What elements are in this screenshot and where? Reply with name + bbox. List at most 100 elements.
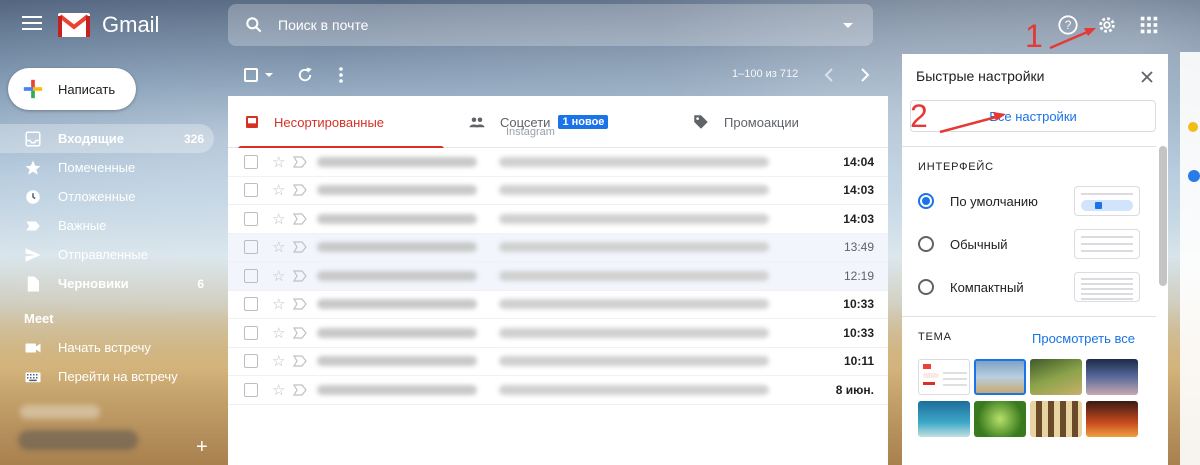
- search-icon[interactable]: [244, 15, 264, 35]
- apps-icon[interactable]: [1138, 14, 1160, 36]
- keep-icon[interactable]: [1188, 122, 1198, 132]
- star-icon[interactable]: ☆: [272, 352, 285, 370]
- star-icon[interactable]: ☆: [272, 238, 285, 256]
- density-comfortable-radio[interactable]: [918, 236, 934, 252]
- important-marker-icon[interactable]: [293, 270, 308, 282]
- row-checkbox[interactable]: [244, 382, 258, 397]
- search-input[interactable]: [278, 17, 843, 33]
- sidebar-item-starred[interactable]: Помеченные: [0, 153, 214, 182]
- theme-chess[interactable]: [1030, 401, 1082, 437]
- tab-primary[interactable]: Несортированные: [228, 96, 444, 149]
- density-default-preview[interactable]: [1074, 186, 1140, 216]
- important-marker-icon[interactable]: [293, 156, 308, 168]
- row-checkbox[interactable]: [244, 211, 258, 226]
- sidebar-item-sent[interactable]: Отправленные: [0, 240, 214, 269]
- email-time: 12:19: [843, 268, 874, 283]
- star-icon[interactable]: ☆: [272, 267, 285, 285]
- star-icon[interactable]: ☆: [272, 153, 285, 171]
- quick-settings-scrollbar[interactable]: [1159, 146, 1167, 286]
- sidebar-item-important[interactable]: Важные: [0, 211, 214, 240]
- theme-lake[interactable]: [918, 401, 970, 437]
- clock-icon: [26, 189, 40, 204]
- search-bar[interactable]: [228, 4, 873, 46]
- density-default-radio[interactable]: [918, 193, 934, 209]
- chevron-left-icon[interactable]: [822, 66, 836, 84]
- side-panel-strip: [1180, 52, 1200, 465]
- important-marker-icon[interactable]: [293, 327, 308, 339]
- search-options-icon[interactable]: [843, 22, 853, 28]
- important-marker-icon[interactable]: [293, 213, 308, 225]
- refresh-icon[interactable]: [296, 66, 314, 84]
- hangouts-avatar-blurred: [18, 430, 138, 450]
- sidebar-item-drafts[interactable]: Черновики 6: [0, 269, 214, 298]
- theme-beach[interactable]: [974, 359, 1026, 395]
- density-compact-radio[interactable]: [918, 279, 934, 295]
- theme-leaf[interactable]: [974, 401, 1026, 437]
- hangouts-user-blurred: [20, 405, 100, 419]
- important-marker-icon[interactable]: [293, 184, 308, 196]
- view-all-themes-link[interactable]: Просмотреть все: [1032, 331, 1135, 346]
- email-row[interactable]: ☆ 10:33: [228, 319, 888, 348]
- sender-blurred: [317, 299, 478, 310]
- row-checkbox[interactable]: [244, 297, 258, 312]
- sidebar-item-label: Важные: [58, 218, 107, 233]
- theme-canyon[interactable]: [1086, 401, 1138, 437]
- email-row[interactable]: ☆ 12:19: [228, 262, 888, 291]
- email-row[interactable]: ☆ 14:03: [228, 176, 888, 205]
- sidebar-item-label: Входящие: [58, 131, 124, 146]
- select-options-icon[interactable]: [265, 73, 273, 77]
- important-marker-icon[interactable]: [293, 241, 308, 253]
- keyboard-icon: [25, 372, 41, 382]
- row-checkbox[interactable]: [244, 154, 258, 169]
- subject-blurred: [499, 213, 770, 224]
- row-checkbox[interactable]: [244, 325, 258, 340]
- interface-section-title: ИНТЕРФЕЙС: [918, 161, 994, 173]
- meet-new-meeting[interactable]: Начать встречу: [0, 333, 214, 362]
- theme-storm[interactable]: [1086, 359, 1138, 395]
- important-marker-icon[interactable]: [293, 298, 308, 310]
- star-icon[interactable]: ☆: [272, 324, 285, 342]
- star-icon[interactable]: ☆: [272, 381, 285, 399]
- tab-social[interactable]: Соцсети 1 новое Instagram: [444, 96, 666, 148]
- email-row[interactable]: ☆ 14:03: [228, 205, 888, 234]
- chevron-right-icon[interactable]: [858, 66, 872, 84]
- sidebar-item-inbox[interactable]: Входящие 326: [0, 124, 214, 153]
- star-icon[interactable]: ☆: [272, 210, 285, 228]
- star-icon[interactable]: ☆: [272, 295, 285, 313]
- add-contact-icon[interactable]: +: [196, 436, 208, 459]
- row-checkbox[interactable]: [244, 268, 258, 283]
- star-icon[interactable]: ☆: [272, 181, 285, 199]
- email-row[interactable]: ☆ 8 июн.: [228, 376, 888, 405]
- close-icon[interactable]: [1140, 70, 1154, 84]
- tasks-icon[interactable]: [1188, 170, 1200, 182]
- row-checkbox[interactable]: [244, 183, 258, 198]
- email-row[interactable]: ☆ 10:33: [228, 290, 888, 319]
- sender-blurred: [317, 242, 478, 253]
- density-compact-preview[interactable]: [1074, 272, 1140, 302]
- header: Gmail ? 1: [0, 0, 1200, 54]
- annotation-arrow-2: [939, 112, 1006, 134]
- select-all-checkbox[interactable]: [244, 68, 258, 82]
- email-row[interactable]: ☆ 14:04: [228, 148, 888, 177]
- email-row[interactable]: ☆ 13:49: [228, 233, 888, 262]
- row-checkbox[interactable]: [244, 354, 258, 369]
- tab-promotions[interactable]: Промоакции: [666, 96, 888, 148]
- more-vert-icon[interactable]: [336, 66, 346, 84]
- sidebar-item-snoozed[interactable]: Отложенные: [0, 182, 214, 211]
- new-badge: 1 новое: [558, 115, 609, 129]
- compose-button[interactable]: Написать: [8, 68, 136, 110]
- row-checkbox[interactable]: [244, 240, 258, 255]
- important-marker-icon[interactable]: [293, 355, 308, 367]
- important-marker-icon[interactable]: [293, 384, 308, 396]
- meet-join-meeting[interactable]: Перейти на встречу: [0, 362, 214, 391]
- sidebar-item-label: Черновики: [58, 276, 129, 291]
- email-time: 14:03: [843, 183, 874, 198]
- videocam-icon: [25, 343, 41, 352]
- email-row[interactable]: ☆ 10:11: [228, 347, 888, 376]
- theme-default[interactable]: [918, 359, 970, 395]
- menu-icon[interactable]: [22, 16, 42, 32]
- density-comfortable-preview[interactable]: [1074, 229, 1140, 259]
- divider: [902, 316, 1156, 317]
- gmail-logo[interactable]: Gmail: [58, 12, 159, 38]
- theme-forest[interactable]: [1030, 359, 1082, 395]
